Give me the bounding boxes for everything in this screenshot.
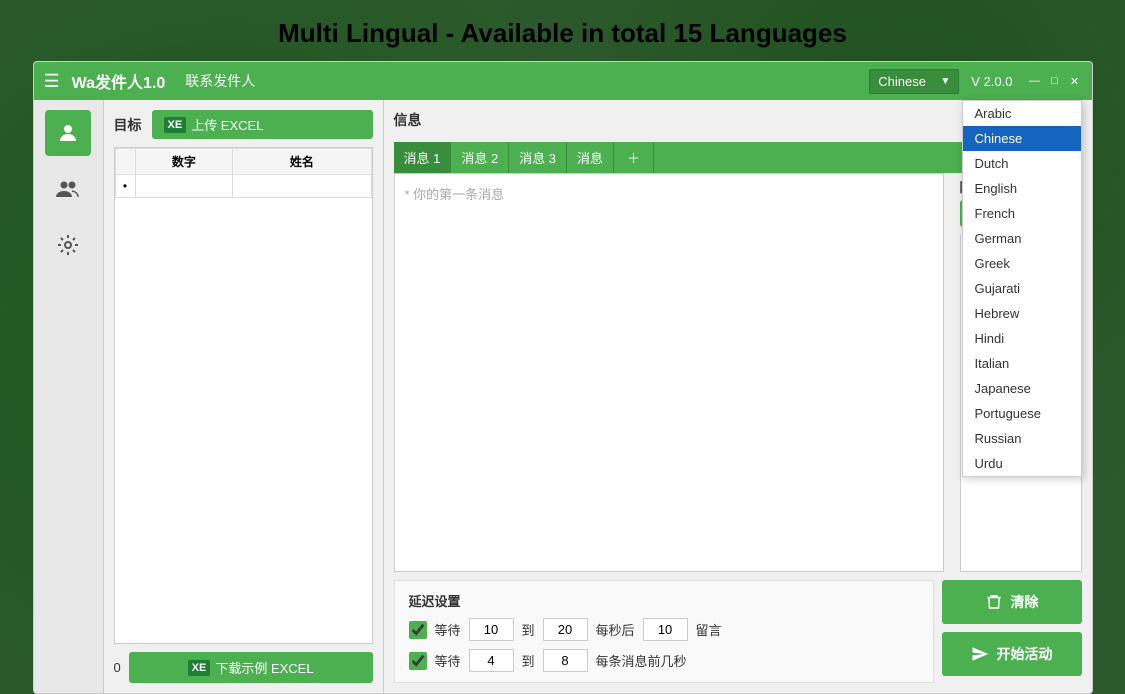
action-buttons: 清除 开始活动 — [942, 580, 1082, 676]
col-bullet — [115, 149, 135, 175]
delay-val2-input[interactable] — [543, 618, 588, 641]
app-name: Wa发件人1.0 — [72, 69, 166, 93]
app-window: ☰ Wa发件人1.0 联系发件人 Chinese ▼ V 2.0.0 — □ ✕… — [33, 61, 1093, 694]
delay-checkbox-1[interactable] — [409, 621, 427, 639]
language-dropdown-list: ArabicChineseDutchEnglishFrenchGermanGre… — [962, 100, 1082, 477]
sidebar-icon-group[interactable] — [45, 166, 91, 212]
left-panel-header: 目标 XE 上传 EXCEL — [114, 110, 373, 139]
delay-val1-input[interactable] — [469, 618, 514, 641]
table-row: • — [115, 175, 371, 198]
lang-option-greek[interactable]: Greek — [963, 251, 1081, 276]
lang-option-hebrew[interactable]: Hebrew — [963, 301, 1081, 326]
to-text-1: 到 — [522, 620, 535, 639]
main-content: 目标 XE 上传 EXCEL 数字 姓名 — [34, 100, 1092, 693]
close-button[interactable]: ✕ — [1068, 74, 1082, 88]
lang-option-dutch[interactable]: Dutch — [963, 151, 1081, 176]
upload-excel-button[interactable]: XE 上传 EXCEL — [152, 110, 373, 139]
excel-dl-icon: XE — [188, 660, 211, 676]
name-cell — [233, 175, 371, 198]
col-number: 数字 — [135, 149, 233, 175]
msg-tab-1[interactable]: 消息 1 — [394, 142, 452, 173]
upload-label: 上传 EXCEL — [191, 115, 263, 134]
comment-label: 留言 — [696, 620, 722, 639]
left-panel-footer: 0 XE 下载示例 EXCEL — [114, 652, 373, 683]
delay-section: 延迟设置 等待 到 每秒后 留言 等待 — [394, 580, 934, 683]
start-label: 开始活动 — [997, 644, 1053, 664]
clear-button[interactable]: 清除 — [942, 580, 1082, 624]
lang-option-hindi[interactable]: Hindi — [963, 326, 1081, 351]
target-label: 目标 — [114, 115, 142, 135]
lang-option-english[interactable]: English — [963, 176, 1081, 201]
excel-icon: XE — [164, 117, 187, 133]
data-table: 数字 姓名 • — [114, 147, 373, 644]
delay-val4-input[interactable] — [543, 649, 588, 672]
count-badge: 0 — [114, 660, 121, 675]
col-name: 姓名 — [233, 149, 371, 175]
download-excel-button[interactable]: XE 下载示例 EXCEL — [129, 652, 373, 683]
lang-option-german[interactable]: German — [963, 226, 1081, 251]
left-panel: 目标 XE 上传 EXCEL 数字 姓名 — [104, 100, 384, 693]
app-subtitle: 联系发件人 — [185, 71, 255, 91]
page-title: Multi Lingual - Available in total 15 La… — [0, 0, 1125, 61]
sidebar-icon-person[interactable] — [45, 110, 91, 156]
lang-option-italian[interactable]: Italian — [963, 351, 1081, 376]
name-input[interactable] — [257, 179, 347, 193]
message-left: * 你的第一条消息 — [394, 173, 944, 572]
msg-tab-2[interactable]: 消息 2 — [451, 142, 509, 173]
menu-icon[interactable]: ☰ — [44, 71, 60, 92]
bottom-area: 延迟设置 等待 到 每秒后 留言 等待 — [394, 580, 1082, 683]
msg-tab-3[interactable]: 消息 3 — [509, 142, 567, 173]
to-text-2: 到 — [522, 651, 535, 670]
sidebar — [34, 100, 104, 693]
bullet-cell: • — [115, 175, 135, 198]
lang-option-urdu[interactable]: Urdu — [963, 451, 1081, 476]
lang-option-portuguese[interactable]: Portuguese — [963, 401, 1081, 426]
lang-option-chinese[interactable]: Chinese — [963, 126, 1081, 151]
info-label: 信息 — [394, 110, 422, 130]
download-label: 下载示例 EXCEL — [215, 658, 313, 677]
version-label: V 2.0.0 — [971, 74, 1012, 89]
lang-option-russian[interactable]: Russian — [963, 426, 1081, 451]
title-bar: ☰ Wa发件人1.0 联系发件人 Chinese ▼ V 2.0.0 — □ ✕ — [34, 62, 1092, 100]
message-placeholder: * 你的第一条消息 — [405, 184, 505, 203]
message-area[interactable]: * 你的第一条消息 — [394, 173, 944, 572]
language-dropdown[interactable]: Chinese ▼ — [869, 69, 959, 94]
lang-selected-label: Chinese — [878, 74, 926, 89]
number-input[interactable] — [154, 179, 214, 193]
number-cell — [135, 175, 233, 198]
lang-option-arabic[interactable]: Arabic — [963, 101, 1081, 126]
lang-option-japanese[interactable]: Japanese — [963, 376, 1081, 401]
add-message-button[interactable]: ＋ — [614, 142, 654, 173]
delay-row-1: 等待 到 每秒后 留言 — [409, 618, 919, 641]
start-button[interactable]: 开始活动 — [942, 632, 1082, 676]
delay-row-2: 等待 到 每条消息前几秒 — [409, 649, 919, 672]
delay-label-2: 等待 — [435, 651, 461, 670]
clear-label: 清除 — [1011, 592, 1039, 612]
minimize-button[interactable]: — — [1028, 74, 1042, 88]
unit-text-1: 每秒后 — [596, 620, 635, 639]
maximize-button[interactable]: □ — [1048, 74, 1062, 88]
sidebar-icon-tools[interactable] — [45, 222, 91, 268]
lang-option-gujarati[interactable]: Gujarati — [963, 276, 1081, 301]
lang-option-french[interactable]: French — [963, 201, 1081, 226]
comment-input[interactable] — [643, 618, 688, 641]
chevron-down-icon: ▼ — [940, 76, 950, 87]
delay-label-1: 等待 — [435, 620, 461, 639]
delay-val3-input[interactable] — [469, 649, 514, 672]
window-controls: — □ ✕ — [1028, 74, 1082, 88]
plus-icon: ＋ — [627, 151, 640, 166]
unit-text-2: 每条消息前几秒 — [596, 651, 687, 670]
delay-checkbox-2[interactable] — [409, 652, 427, 670]
msg-tab-4[interactable]: 消息 — [567, 142, 614, 173]
delay-title: 延迟设置 — [409, 591, 919, 610]
